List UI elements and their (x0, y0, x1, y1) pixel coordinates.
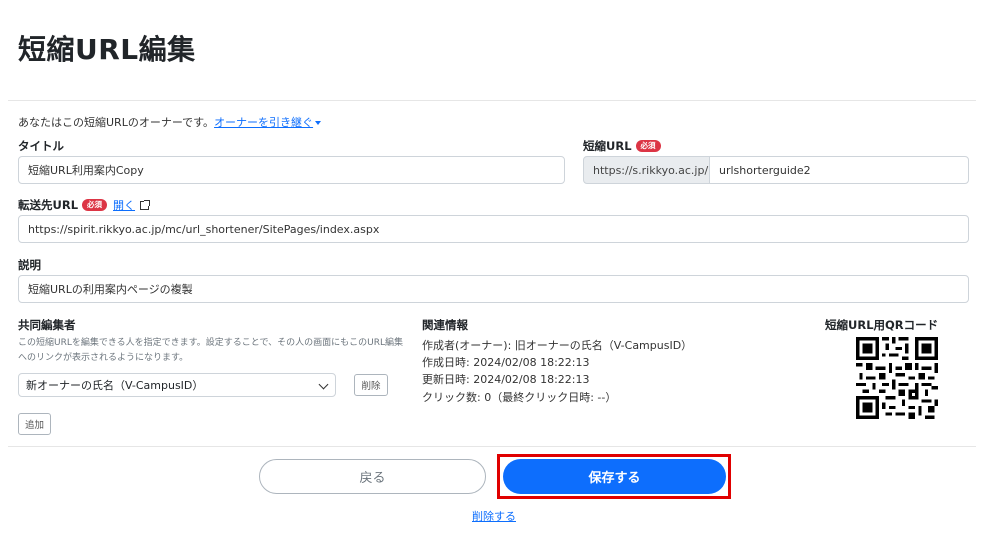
description-label: 説明 (18, 258, 41, 272)
co-editors-help: この短縮URLを編集できる人を指定できます。設定することで、その人の画面にもこの… (18, 338, 404, 363)
co-editors-label: 共同編集者 (18, 318, 76, 332)
add-editor-button[interactable]: 追加 (18, 413, 51, 435)
open-link[interactable]: 開く (113, 197, 135, 213)
transfer-owner-link[interactable]: オーナーを引き継ぐ (214, 116, 313, 129)
divider (8, 100, 976, 101)
back-button[interactable]: 戻る (259, 459, 486, 494)
co-editor-select[interactable]: 新オーナーの氏名（V-CampusID） (18, 373, 336, 397)
redirect-url-input[interactable]: https://spirit.rikkyo.ac.jp/mc/url_short… (18, 215, 969, 243)
related-info-label: 関連情報 (422, 318, 468, 332)
owner-note-text: あなたはこの短縮URLのオーナーです。 (18, 116, 215, 129)
clicks-info: クリック数: 0（最終クリック日時: --） (422, 391, 617, 404)
required-badge: 必須 (635, 140, 661, 152)
save-button[interactable]: 保存する (503, 459, 726, 494)
page-title: 短縮URL編集 (18, 33, 196, 66)
title-input[interactable]: 短縮URL利用案内Copy (18, 156, 565, 184)
updated-info: 更新日時: 2024/02/08 18:22:13 (422, 373, 590, 386)
chevron-down-icon (318, 379, 329, 390)
delete-link[interactable]: 削除する (472, 508, 516, 524)
qr-label: 短縮URL用QRコード (825, 318, 939, 332)
description-input[interactable]: 短縮URLの利用案内ページの複製 (18, 275, 969, 303)
remove-editor-button[interactable]: 削除 (354, 374, 388, 396)
owner-note: あなたはこの短縮URLのオーナーです。オーナーを引き継ぐ (18, 114, 322, 130)
short-url-input[interactable]: urlshorterguide2 (709, 156, 969, 184)
short-url-label: 短縮URL 必須 (583, 138, 661, 154)
qr-code-icon (856, 337, 938, 419)
divider (8, 446, 976, 447)
short-url-prefix: https://s.rikkyo.ac.jp/ (583, 156, 710, 184)
title-label: タイトル (18, 139, 64, 153)
required-badge: 必須 (82, 199, 108, 211)
created-info: 作成日時: 2024/02/08 18:22:13 (422, 356, 590, 369)
redirect-url-label: 転送先URL 必須 開く (18, 197, 151, 213)
external-link-icon[interactable] (140, 199, 151, 210)
creator-info: 作成者(オーナー): 旧オーナーの氏名（V-CampusID） (422, 339, 693, 352)
caret-down-icon[interactable] (315, 121, 322, 125)
